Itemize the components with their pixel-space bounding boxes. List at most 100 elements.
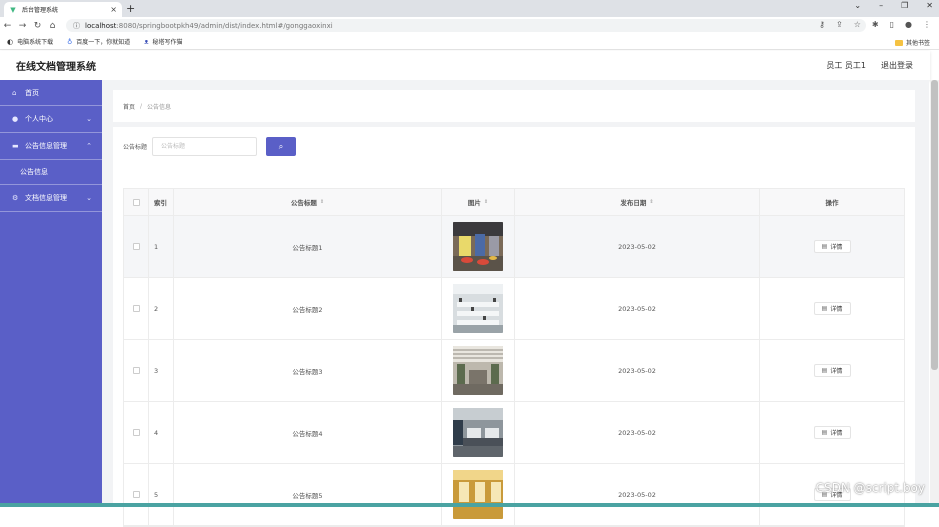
profile-icon[interactable]: ● [905, 20, 912, 29]
sidepanel-icon[interactable]: ▯ [890, 20, 894, 29]
row-checkbox[interactable] [132, 491, 140, 498]
scrollbar-thumb[interactable] [931, 80, 938, 370]
header-date-label: 发布日期 [620, 199, 647, 207]
key-icon[interactable]: ⚷ [819, 20, 825, 29]
restore-icon[interactable]: ❐ [901, 1, 908, 10]
sidebar-item-document-management[interactable]: ⚙ 文档信息管理 ⌄ [0, 185, 102, 212]
document-icon: ▤ [821, 243, 828, 250]
table-row[interactable]: 4 公告标题4 2023-05-02 ▤ 详情 [124, 402, 904, 464]
close-window-icon[interactable]: ✕ [926, 1, 933, 10]
extensions-icon[interactable]: ✱ [872, 20, 879, 29]
date-cell: 2023-05-02 [515, 402, 760, 463]
other-bookmarks-label: 其他书签 [905, 40, 930, 47]
reload-icon[interactable]: ↻ [30, 21, 45, 31]
bookmark-label: 电脑系统下载 [17, 39, 54, 46]
breadcrumb-home[interactable]: 首页 [123, 102, 135, 111]
row-checkbox[interactable] [132, 243, 140, 250]
detail-button[interactable]: ▤ 详情 [813, 302, 851, 315]
sidebar-item-personal-center[interactable]: ● 个人中心 ⌄ [0, 106, 102, 133]
table-header-row: 索引 公告标题 ⇕ 图片 ⇕ 发布日期 ⇕ 操作 [124, 189, 904, 216]
office-photo[interactable] [453, 470, 503, 519]
bookmark-item[interactable]: ᴥ 秘塔写作猫 [144, 37, 182, 47]
detail-button[interactable]: ▤ 详情 [813, 426, 851, 439]
sort-icon[interactable]: ⇕ [649, 199, 653, 205]
office-photo[interactable] [453, 346, 503, 395]
forward-icon[interactable]: → [15, 21, 30, 31]
row-checkbox[interactable] [132, 367, 140, 374]
search-button[interactable]: ⌕ [266, 137, 297, 156]
sidebar-item-home[interactable]: ⌂ 首页 [0, 80, 102, 106]
other-bookmarks[interactable]: 其他书签 [894, 38, 930, 47]
row-checkbox[interactable] [132, 429, 140, 436]
chevron-down-icon: ⌄ [86, 194, 92, 202]
back-icon[interactable]: ← [0, 21, 15, 31]
user-name[interactable]: 员工 员工1 [826, 60, 866, 71]
page-scrollbar[interactable] [930, 80, 939, 507]
app-title: 在线文档管理系统 [16, 62, 96, 73]
office-photo[interactable] [453, 222, 503, 271]
row-checkbox[interactable] [132, 305, 140, 312]
office-photo[interactable] [453, 408, 503, 457]
main-content: 首页 / 公告信息 公告标题 ⌕ 索引 公告标题⇕ 图片⇕ 发布日期⇕ 操作 1… [102, 80, 929, 527]
index-cell: 3 [149, 340, 174, 401]
detail-button[interactable]: ▤ 详情 [813, 240, 851, 253]
bookmarks-bar: ◐ 电脑系统下载 ♁ 百度一下，你就知道 ᴥ 秘塔写作猫 其他书签 [0, 34, 939, 50]
browser-chrome: ▼ 后台管理系统 × + ⌄ – ❐ ✕ ← → ↻ ⌂ ⓘ localhost… [0, 0, 939, 50]
checkbox-cell [124, 216, 149, 277]
chevron-down-icon[interactable]: ⌄ [854, 1, 861, 10]
table-row[interactable]: 1 公告标题1 2023-05-02 ▤ 详情 [124, 216, 904, 278]
sidebar-item-label: 首页 [25, 88, 39, 97]
table-row[interactable]: 5 公告标题5 2023-05-02 ▤ 详情 [124, 464, 904, 526]
document-icon: ▤ [821, 367, 828, 374]
header-image[interactable]: 图片 ⇕ [442, 189, 515, 215]
info-icon[interactable]: ⓘ [73, 21, 80, 31]
header-date[interactable]: 发布日期 ⇕ [515, 189, 760, 215]
detail-button-label: 详情 [830, 368, 843, 375]
tab-title: 后台管理系统 [22, 7, 59, 14]
minimize-icon[interactable]: – [879, 1, 883, 10]
logout-link[interactable]: 退出登录 [881, 60, 913, 71]
header-title[interactable]: 公告标题 ⇕ [174, 189, 442, 215]
checkbox-cell [124, 402, 149, 463]
image-cell [442, 402, 515, 463]
watermark: CSDN @script.boy [815, 481, 925, 495]
folder-icon [894, 39, 903, 46]
browser-tab[interactable]: ▼ 后台管理系统 × [4, 2, 122, 17]
baidu-icon: ♁ [67, 37, 73, 46]
table-row[interactable]: 3 公告标题3 2023-05-02 ▤ 详情 [124, 340, 904, 402]
title-cell: 公告标题2 [174, 278, 442, 339]
checkbox-cell [124, 278, 149, 339]
document-icon: ▤ [821, 429, 828, 436]
image-cell [442, 340, 515, 401]
table-row[interactable]: 2 公告标题2 2023-05-02 ▤ 详情 [124, 278, 904, 340]
browser-toolbar: ← → ↻ ⌂ ⓘ localhost:8080/springbootpkh49… [0, 17, 939, 34]
more-icon[interactable]: ⋮ [923, 20, 931, 29]
detail-button[interactable]: ▤ 详情 [813, 364, 851, 377]
title-cell: 公告标题1 [174, 216, 442, 277]
address-bar[interactable]: ⓘ localhost:8080/springbootpkh49/admin/d… [66, 19, 866, 32]
home-icon[interactable]: ⌂ [45, 21, 60, 31]
new-tab-icon[interactable]: + [126, 2, 135, 15]
office-photo[interactable] [453, 284, 503, 333]
select-all-checkbox[interactable] [132, 198, 140, 206]
share-icon[interactable]: ⇪ [836, 20, 843, 29]
sort-icon[interactable]: ⇕ [320, 199, 324, 205]
cat-icon: ᴥ [144, 37, 149, 46]
sidebar-subitem-label: 公告信息 [20, 168, 48, 176]
action-cell: ▤ 详情 [760, 402, 904, 463]
sidebar-item-notice-management[interactable]: ▬ 公告信息管理 ⌃ [0, 133, 102, 160]
toolbar-icons: ⚷ ⇪ ☆ ✱ ▯ ● ⋮ [819, 20, 931, 29]
url-path: :8080/springbootpkh49/admin/dist/index.h… [116, 21, 333, 30]
search-label: 公告标题 [123, 144, 148, 151]
sidebar: ⌂ 首页 ● 个人中心 ⌄ ▬ 公告信息管理 ⌃ 公告信息 ⚙ 文档信息管理 ⌄ [0, 80, 102, 507]
search-input[interactable] [152, 137, 258, 156]
sidebar-subitem-notice-info[interactable]: 公告信息 [0, 160, 102, 185]
user-icon: ● [12, 115, 19, 123]
bookmark-item[interactable]: ♁ 百度一下，你就知道 [67, 37, 130, 47]
chevron-up-icon: ⌃ [86, 142, 92, 150]
close-tab-icon[interactable]: × [110, 5, 117, 14]
sort-icon[interactable]: ⇕ [484, 199, 488, 205]
bookmark-item[interactable]: ◐ 电脑系统下载 [7, 37, 54, 47]
header-action: 操作 [825, 199, 839, 207]
star-icon[interactable]: ☆ [854, 20, 861, 29]
